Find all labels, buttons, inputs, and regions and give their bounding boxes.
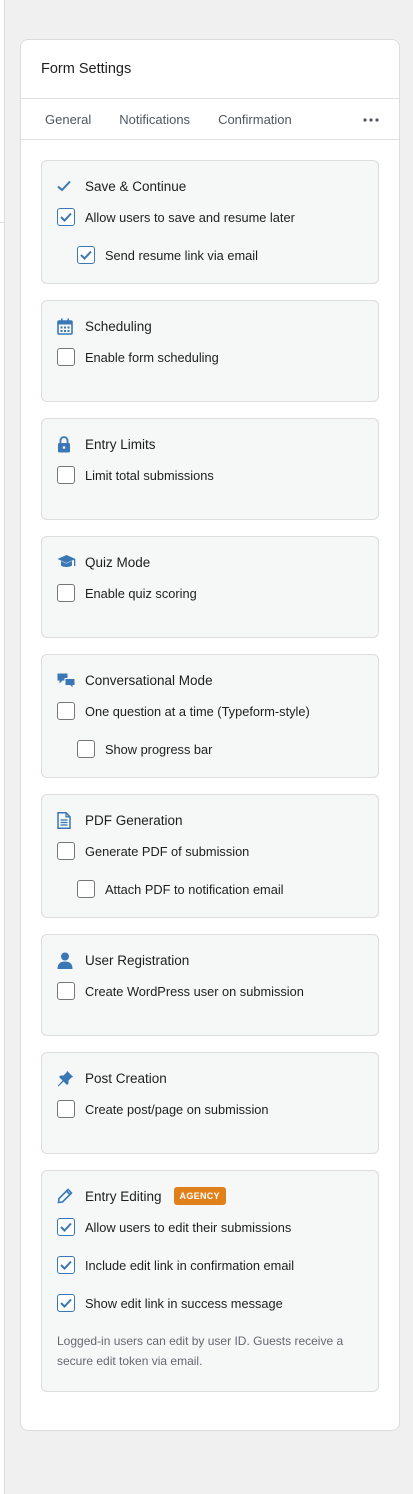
card-user-registration: User Registration Create WordPress user … bbox=[41, 934, 379, 1036]
document-icon bbox=[57, 811, 77, 829]
divider bbox=[0, 222, 5, 223]
checkbox[interactable] bbox=[57, 702, 75, 720]
option-label: Show progress bar bbox=[105, 741, 213, 757]
card-title: Conversational Mode bbox=[85, 672, 213, 688]
option-attach-pdf[interactable]: Attach PDF to notification email bbox=[77, 879, 363, 899]
option-create-post[interactable]: Create post/page on submission bbox=[57, 1099, 363, 1119]
option-label: Attach PDF to notification email bbox=[105, 881, 284, 897]
checkbox[interactable] bbox=[57, 1100, 75, 1118]
checkbox[interactable] bbox=[57, 1256, 75, 1274]
option-label: Enable form scheduling bbox=[85, 349, 219, 365]
checkbox[interactable] bbox=[57, 982, 75, 1000]
calendar-icon bbox=[57, 317, 77, 335]
option-label: Send resume link via email bbox=[105, 247, 258, 263]
checkbox[interactable] bbox=[57, 208, 75, 226]
tab-confirmation[interactable]: Confirmation bbox=[218, 112, 292, 127]
help-note: Logged-in users can edit by user ID. Gue… bbox=[57, 1334, 344, 1368]
user-icon bbox=[57, 951, 77, 969]
card-title: Quiz Mode bbox=[85, 554, 151, 570]
checkbox[interactable] bbox=[77, 740, 95, 758]
pencil-icon bbox=[57, 1187, 77, 1205]
checkmark-icon bbox=[57, 177, 77, 195]
option-edit-link-success[interactable]: Show edit link in success message bbox=[57, 1293, 363, 1313]
chat-bubbles-icon bbox=[57, 671, 77, 689]
option-limit-submissions[interactable]: Limit total submissions bbox=[57, 465, 363, 485]
checkbox[interactable] bbox=[57, 348, 75, 366]
option-one-question[interactable]: One question at a time (Typeform-style) bbox=[57, 701, 363, 721]
option-label: Generate PDF of submission bbox=[85, 843, 250, 859]
card-conversational-mode: Conversational Mode One question at a ti… bbox=[41, 654, 379, 778]
agency-badge: AGENCY bbox=[173, 1187, 226, 1205]
card-title: Post Creation bbox=[85, 1070, 167, 1086]
option-label: Show edit link in success message bbox=[85, 1295, 283, 1311]
card-pdf-generation: PDF Generation Generate PDF of submissio… bbox=[41, 794, 379, 918]
card-title: User Registration bbox=[85, 952, 190, 968]
option-label: Allow users to edit their submissions bbox=[85, 1219, 292, 1235]
card-title: Save & Continue bbox=[85, 178, 187, 194]
option-label: Include edit link in confirmation email bbox=[85, 1257, 295, 1273]
panel-header: Form Settings bbox=[21, 40, 399, 99]
tab-notifications[interactable]: Notifications bbox=[119, 112, 190, 127]
card-title: Entry Limits bbox=[85, 436, 156, 452]
tab-bar: General Notifications Confirmation bbox=[21, 99, 399, 140]
checkbox[interactable] bbox=[77, 246, 95, 264]
panel-title: Form Settings bbox=[41, 61, 132, 77]
option-label: Allow users to save and resume later bbox=[85, 209, 295, 225]
option-generate-pdf[interactable]: Generate PDF of submission bbox=[57, 841, 363, 861]
checkbox[interactable] bbox=[57, 1218, 75, 1236]
checkbox[interactable] bbox=[57, 466, 75, 484]
ellipsis-icon[interactable] bbox=[363, 111, 379, 122]
option-quiz-scoring[interactable]: Enable quiz scoring bbox=[57, 583, 363, 603]
checkbox[interactable] bbox=[57, 1294, 75, 1312]
tab-general[interactable]: General bbox=[45, 112, 91, 127]
card-scheduling: Scheduling Enable form scheduling bbox=[41, 300, 379, 402]
lock-icon bbox=[57, 435, 77, 453]
graduation-cap-icon bbox=[57, 553, 77, 571]
form-settings-panel: Form Settings General Notifications Conf… bbox=[20, 39, 400, 1431]
card-entry-editing: Entry Editing AGENCY Allow users to edit… bbox=[41, 1170, 379, 1392]
left-pane bbox=[0, 0, 5, 1494]
option-label: Limit total submissions bbox=[85, 467, 214, 483]
checkbox[interactable] bbox=[77, 880, 95, 898]
option-send-resume-link[interactable]: Send resume link via email bbox=[77, 245, 363, 265]
pin-icon bbox=[57, 1069, 77, 1087]
option-label: Create post/page on submission bbox=[85, 1101, 269, 1117]
settings-cards: Save & Continue Allow users to save and … bbox=[21, 140, 399, 1392]
option-label: Enable quiz scoring bbox=[85, 585, 197, 601]
option-enable-scheduling[interactable]: Enable form scheduling bbox=[57, 347, 363, 367]
card-title: PDF Generation bbox=[85, 812, 183, 828]
option-create-user[interactable]: Create WordPress user on submission bbox=[57, 981, 363, 1001]
card-title: Entry Editing bbox=[85, 1188, 162, 1204]
checkbox[interactable] bbox=[57, 584, 75, 602]
card-save-continue: Save & Continue Allow users to save and … bbox=[41, 160, 379, 284]
checkbox[interactable] bbox=[57, 842, 75, 860]
option-label: One question at a time (Typeform-style) bbox=[85, 703, 310, 719]
option-allow-edit[interactable]: Allow users to edit their submissions bbox=[57, 1217, 363, 1237]
card-entry-limits: Entry Limits Limit total submissions bbox=[41, 418, 379, 520]
option-progress-bar[interactable]: Show progress bar bbox=[77, 739, 363, 759]
option-save-resume[interactable]: Allow users to save and resume later bbox=[57, 207, 363, 227]
option-label: Create WordPress user on submission bbox=[85, 983, 304, 999]
card-post-creation: Post Creation Create post/page on submis… bbox=[41, 1052, 379, 1154]
card-title: Scheduling bbox=[85, 318, 152, 334]
card-quiz-mode: Quiz Mode Enable quiz scoring bbox=[41, 536, 379, 638]
option-edit-link-email[interactable]: Include edit link in confirmation email bbox=[57, 1255, 363, 1275]
